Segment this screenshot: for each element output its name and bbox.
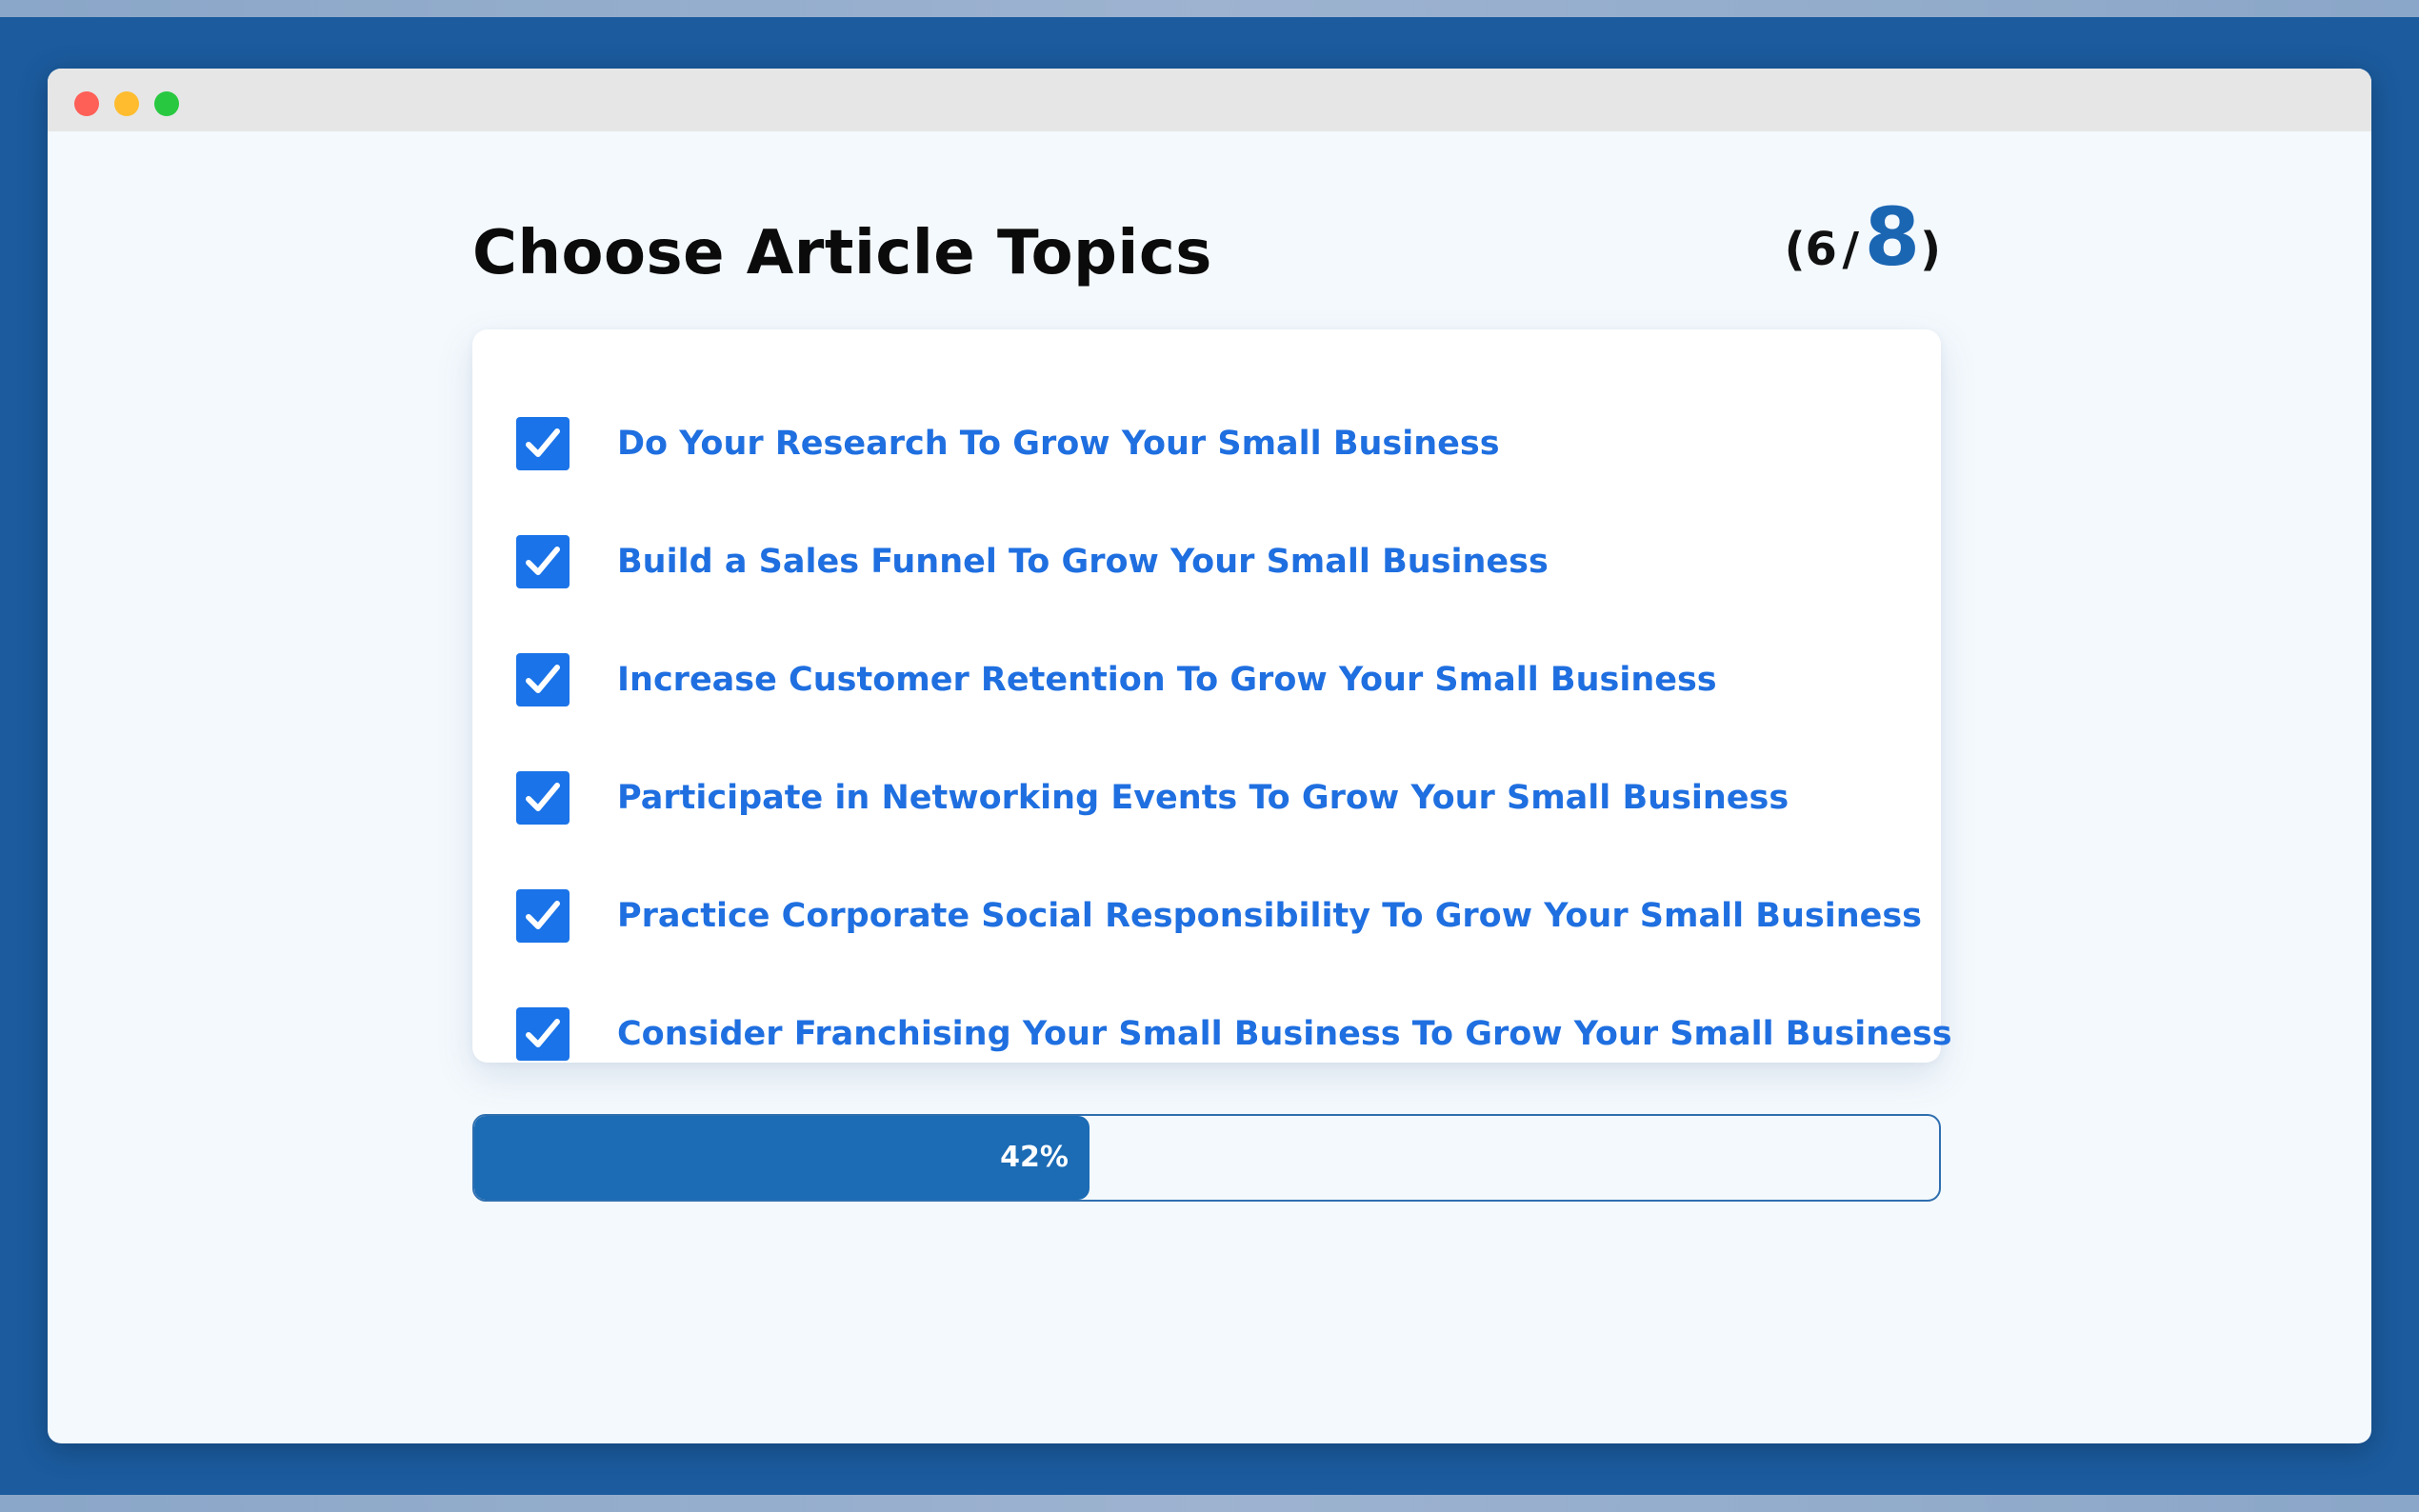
checkmark-icon bbox=[526, 901, 560, 929]
counter-open-paren: ( bbox=[1784, 223, 1806, 276]
checkmark-icon bbox=[526, 428, 560, 457]
topic-item[interactable]: Increase Customer Retention To Grow Your… bbox=[472, 632, 1941, 727]
checkmark-icon bbox=[526, 547, 560, 575]
counter-close-paren: ) bbox=[1920, 223, 1941, 276]
topic-item[interactable]: Consider Franchising Your Small Business… bbox=[472, 986, 1952, 1082]
topic-checkbox[interactable] bbox=[516, 653, 570, 706]
counter-selected: 6 bbox=[1805, 223, 1837, 276]
topic-checkbox[interactable] bbox=[516, 1007, 570, 1061]
counter-separator: / bbox=[1842, 223, 1860, 276]
topic-label[interactable]: Practice Corporate Social Responsibility… bbox=[617, 889, 1922, 943]
topic-label[interactable]: Build a Sales Funnel To Grow Your Small … bbox=[617, 535, 1549, 588]
topic-label[interactable]: Increase Customer Retention To Grow Your… bbox=[617, 653, 1717, 706]
progress-percent-label: 42% bbox=[1000, 1141, 1069, 1174]
topic-checkbox[interactable] bbox=[516, 771, 570, 825]
topic-item[interactable]: Practice Corporate Social Responsibility… bbox=[472, 868, 1941, 964]
checkmark-icon bbox=[526, 665, 560, 693]
topic-checkbox[interactable] bbox=[516, 889, 570, 943]
topic-label[interactable]: Do Your Research To Grow Your Small Busi… bbox=[617, 417, 1500, 470]
topic-item[interactable]: Participate in Networking Events To Grow… bbox=[472, 750, 1941, 846]
checkmark-icon bbox=[526, 783, 560, 811]
close-button[interactable] bbox=[74, 91, 99, 116]
topic-checkbox[interactable] bbox=[516, 535, 570, 588]
topic-label[interactable]: Consider Franchising Your Small Business… bbox=[617, 1007, 1952, 1061]
checkmark-icon bbox=[526, 1019, 560, 1047]
topic-item[interactable]: Build a Sales Funnel To Grow Your Small … bbox=[472, 514, 1941, 609]
desktop-bottom-strip bbox=[0, 1495, 2419, 1512]
maximize-button[interactable] bbox=[154, 91, 179, 116]
page-header: Choose Article Topics (6 / 8) bbox=[472, 181, 1941, 295]
desktop-top-strip bbox=[0, 0, 2419, 17]
topic-item[interactable]: Do Your Research To Grow Your Small Busi… bbox=[472, 396, 1941, 491]
topics-card: Do Your Research To Grow Your Small Busi… bbox=[472, 329, 1952, 1063]
counter-total: 8 bbox=[1864, 190, 1921, 284]
window-titlebar bbox=[48, 69, 2371, 131]
topic-checkbox[interactable] bbox=[516, 417, 570, 470]
progress-fill: 42% bbox=[474, 1116, 1090, 1200]
page-title: Choose Article Topics bbox=[472, 218, 1212, 288]
progress-bar: 42% bbox=[472, 1114, 1941, 1202]
minimize-button[interactable] bbox=[114, 91, 139, 116]
topic-label[interactable]: Participate in Networking Events To Grow… bbox=[617, 771, 1789, 825]
selection-counter: (6 / 8) bbox=[1785, 190, 1941, 284]
